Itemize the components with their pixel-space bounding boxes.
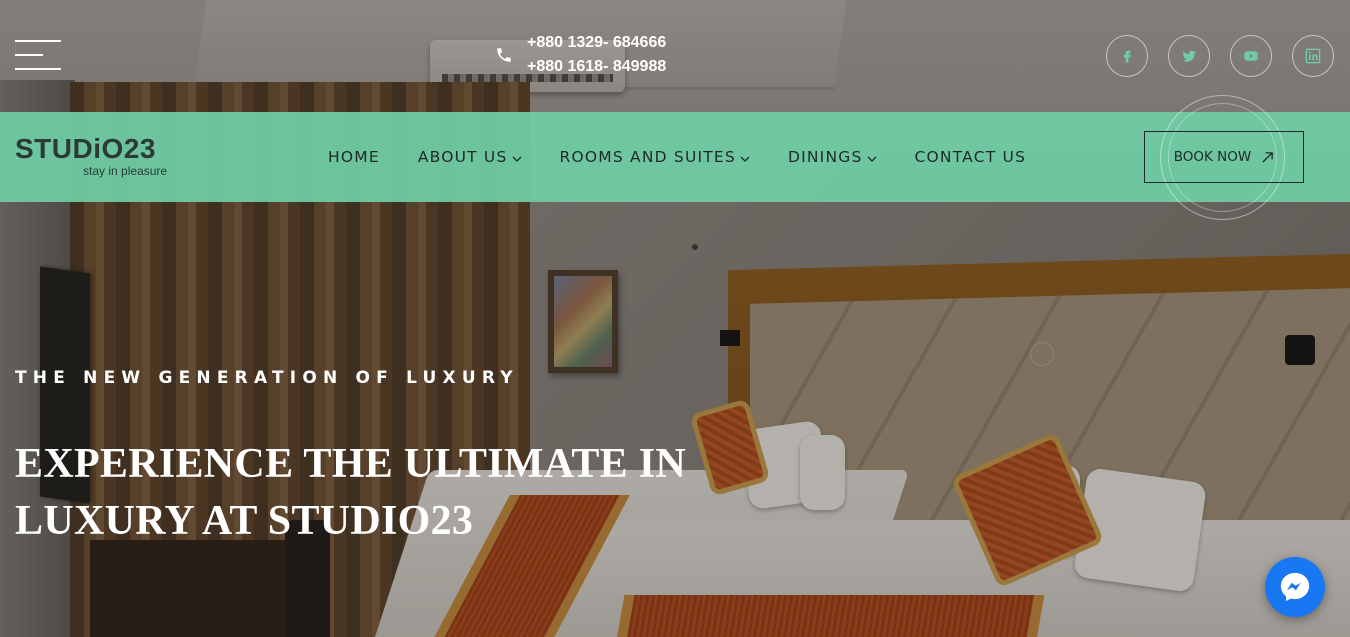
- hero-headline-line: LUXURY AT STUDIO23: [15, 498, 474, 544]
- logo-wordmark: STUDiO23: [15, 133, 156, 164]
- nav-home[interactable]: HOME: [328, 148, 380, 166]
- social-links: [1106, 35, 1334, 77]
- youtube-icon: [1244, 51, 1258, 61]
- linkedin-link[interactable]: [1292, 35, 1334, 77]
- hero-tagline: THE NEW GENERATION OF LUXURY: [15, 368, 519, 388]
- nav-label: ROOMS AND SUITES: [559, 148, 736, 166]
- nav-about-us[interactable]: ABOUT US: [418, 148, 522, 166]
- facebook-link[interactable]: [1106, 35, 1148, 77]
- messenger-icon: [1280, 572, 1310, 602]
- hamburger-line: [15, 54, 43, 56]
- hero-headline: EXPERIENCE THE ULTIMATE IN LUXURY AT STU…: [15, 436, 715, 550]
- chevron-down-icon: [867, 156, 876, 162]
- nav-label: ABOUT US: [417, 148, 508, 166]
- twitter-link[interactable]: [1168, 35, 1210, 77]
- linkedin-icon: [1305, 48, 1321, 64]
- decorative-ring: [1030, 342, 1054, 366]
- nav-label: DININGS: [787, 148, 863, 166]
- chevron-down-icon: [512, 156, 521, 162]
- book-now-button[interactable]: BOOK NOW: [1144, 131, 1304, 183]
- hamburger-line: [15, 40, 61, 42]
- nav-label: CONTACT US: [914, 148, 1027, 166]
- youtube-link[interactable]: [1230, 35, 1272, 77]
- hamburger-menu-button[interactable]: [15, 40, 61, 72]
- nav-rooms-and-suites[interactable]: ROOMS AND SUITES: [560, 148, 750, 166]
- nav-contact-us[interactable]: CONTACT US: [915, 148, 1027, 166]
- arrow-up-right-icon: [1262, 151, 1274, 163]
- logo-tagline: stay in pleasure: [83, 164, 168, 178]
- book-now-label: BOOK NOW: [1173, 149, 1252, 165]
- twitter-icon: [1182, 50, 1196, 62]
- hamburger-line: [15, 68, 61, 70]
- decorative-dot: [692, 244, 698, 250]
- nav-dinings[interactable]: DININGS: [788, 148, 877, 166]
- primary-nav: HOME ABOUT US ROOMS AND SUITES DININGS C…: [328, 112, 1026, 202]
- phone-icon: [497, 48, 511, 62]
- nav-label: HOME: [328, 148, 380, 166]
- facebook-icon: [1123, 50, 1131, 63]
- hero-headline-line: EXPERIENCE THE ULTIMATE IN: [15, 441, 687, 487]
- phone-contact: +880 1329- 684666 +880 1618- 849988: [495, 34, 666, 76]
- chevron-down-icon: [740, 156, 750, 162]
- phone-link[interactable]: +880 1329- 684666: [527, 34, 666, 52]
- brand-logo[interactable]: STUDiO23 stay in pleasure: [15, 134, 175, 180]
- phone-link[interactable]: +880 1618- 849988: [527, 58, 666, 76]
- messenger-chat-button[interactable]: [1265, 557, 1325, 617]
